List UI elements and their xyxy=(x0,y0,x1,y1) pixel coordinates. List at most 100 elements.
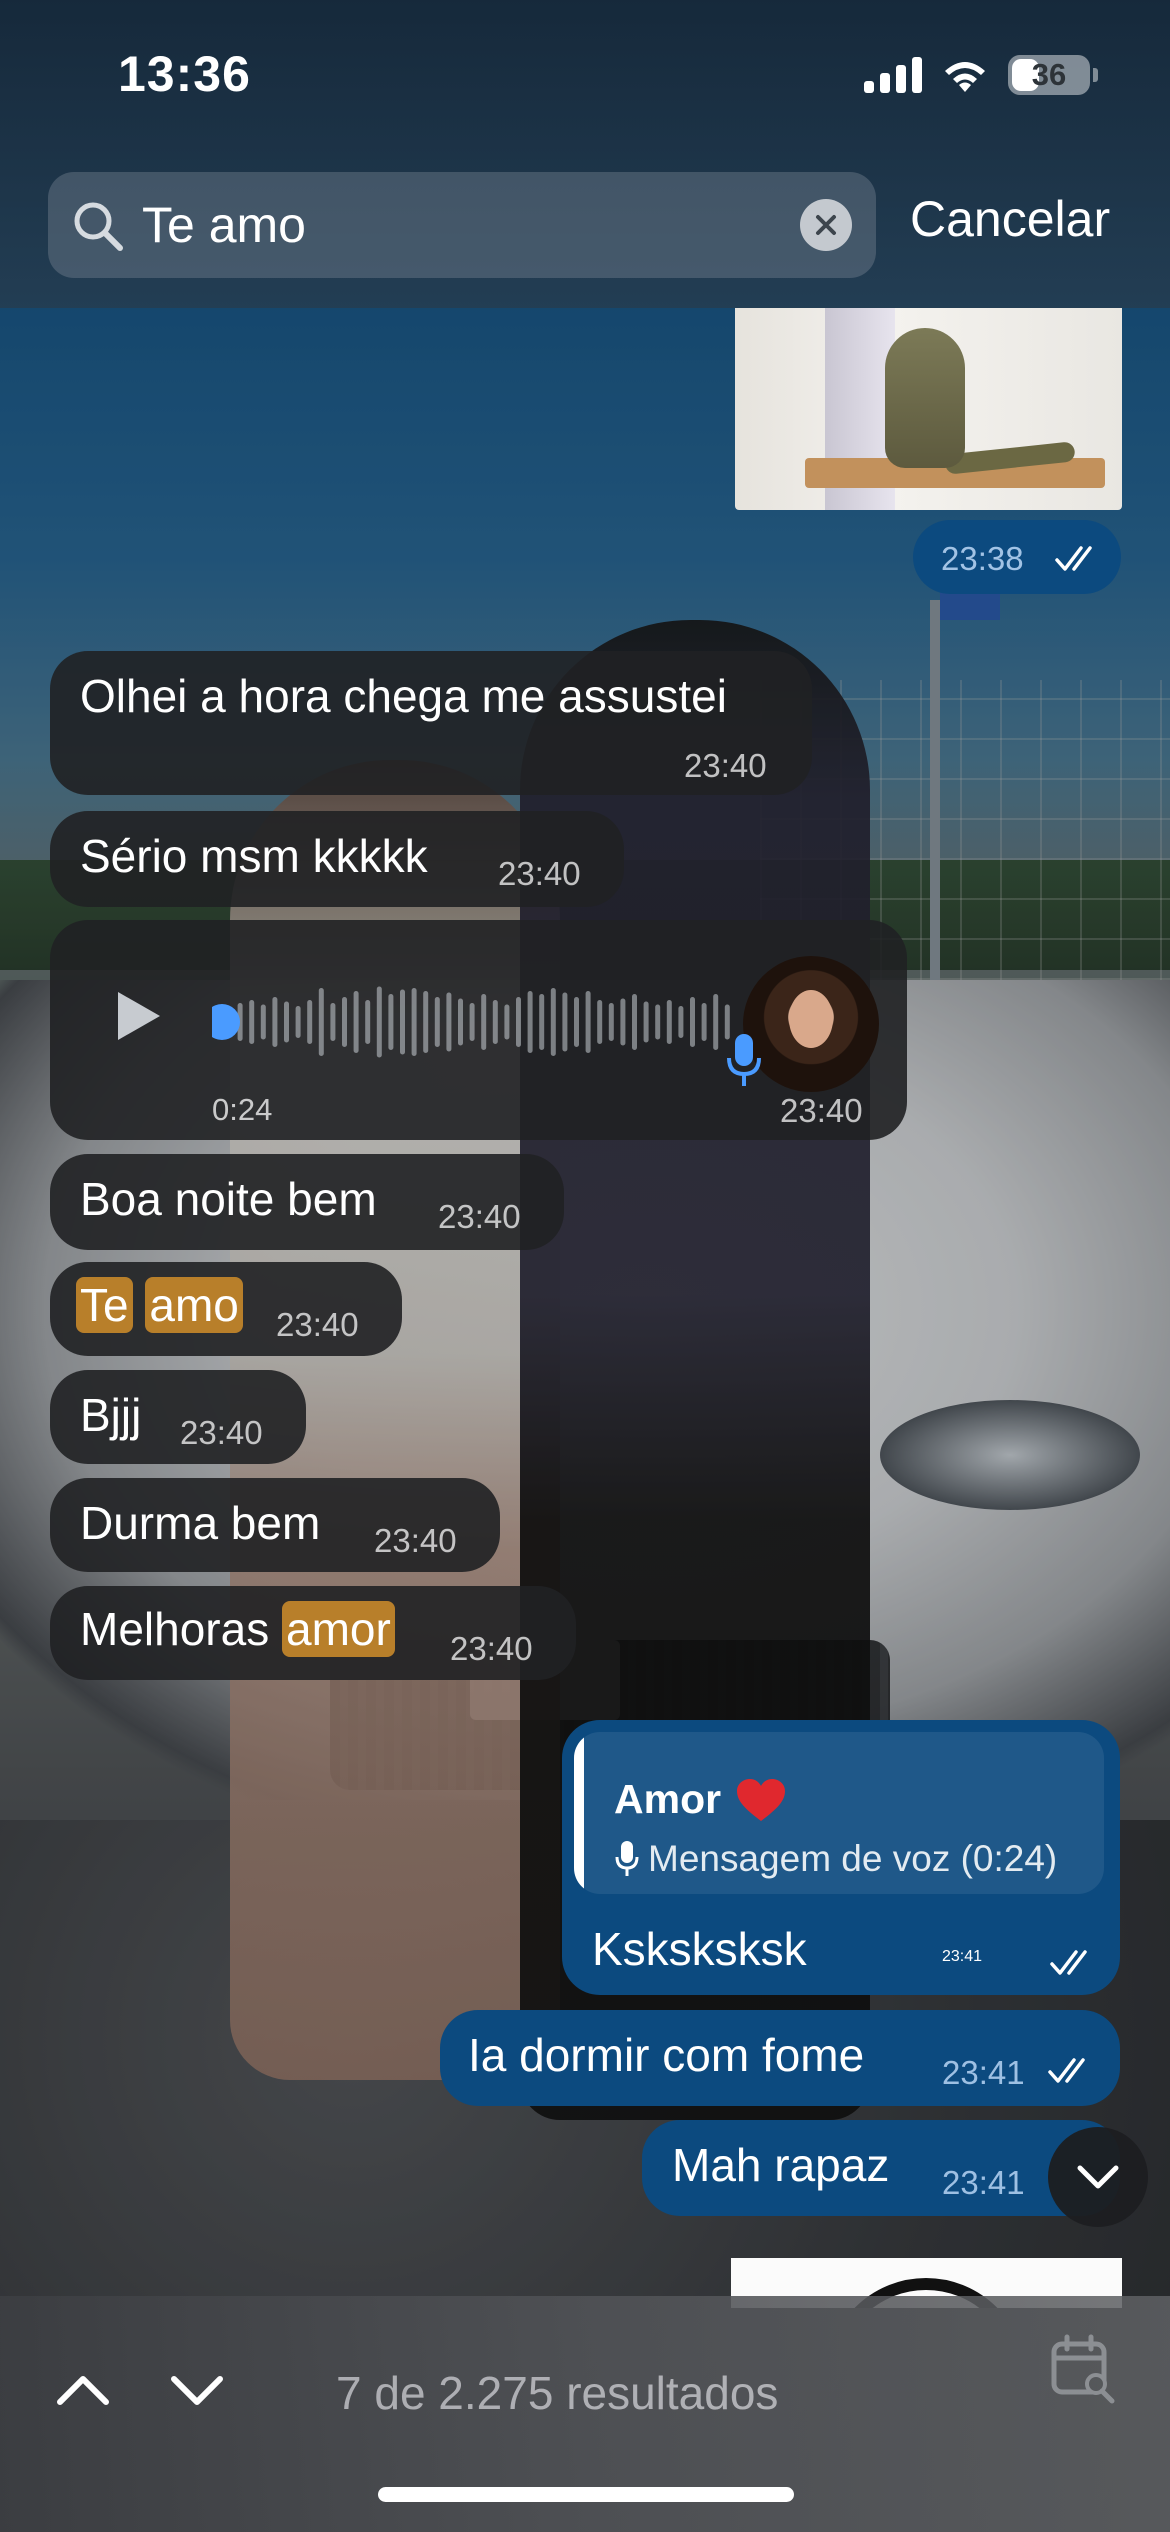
search-input[interactable] xyxy=(142,194,786,256)
waveform-bar xyxy=(423,991,429,1053)
message-bubble-incoming[interactable]: Olhei a hora chega me assustei 23:40 xyxy=(50,651,812,795)
waveform-bar xyxy=(713,994,719,1050)
microphone-icon xyxy=(615,1841,639,1876)
playback-scrubber[interactable] xyxy=(212,1004,240,1040)
waveform-bar xyxy=(249,1000,255,1044)
home-indicator[interactable] xyxy=(378,2487,794,2502)
wifi-icon xyxy=(945,62,985,92)
message-time: 23:40 xyxy=(374,1522,457,1559)
voice-waveform[interactable] xyxy=(212,982,742,1062)
waveform-bar xyxy=(574,997,579,1047)
waveform-bar xyxy=(620,998,626,1046)
photo-timestamp: 23:38 xyxy=(913,520,1121,594)
play-icon[interactable] xyxy=(118,992,160,1040)
waveform-bar xyxy=(701,1003,707,1041)
waveform-bar xyxy=(400,989,405,1055)
waveform-bar xyxy=(608,1003,614,1041)
waveform-bar xyxy=(632,994,637,1050)
message-time: 23:40 xyxy=(438,1198,521,1235)
chevron-down-icon[interactable] xyxy=(162,2354,232,2424)
search-highlight: amor xyxy=(281,1601,395,1657)
status-bar: 13:36 36 xyxy=(0,0,1170,160)
waveform-bar xyxy=(376,986,382,1058)
message-time: 23:41 xyxy=(942,2164,1025,2201)
sent-photo[interactable] xyxy=(735,308,1122,510)
message-text-plain: Melhoras xyxy=(80,1603,270,1655)
calendar-search-icon[interactable] xyxy=(1050,2334,1116,2404)
scroll-to-bottom-button[interactable] xyxy=(1048,2127,1148,2227)
message-bubble-incoming[interactable]: Te amo 23:40 xyxy=(50,1262,402,1356)
waveform-bar xyxy=(365,1000,371,1044)
message-bubble-incoming[interactable]: Bjjj 23:40 xyxy=(50,1370,306,1464)
waveform-bar xyxy=(504,1004,510,1040)
read-ticks-icon xyxy=(1048,2058,1085,2083)
waveform-bar xyxy=(342,997,347,1047)
waveform-bar xyxy=(434,997,440,1047)
quoted-message[interactable]: Amor Mensagem de voz (0:24) xyxy=(574,1732,1104,1894)
status-time: 13:36 xyxy=(118,46,251,102)
message-time: 23:41 xyxy=(942,1948,983,1965)
message-text: Durma bem xyxy=(80,1497,321,1549)
battery-level: 36 xyxy=(1031,57,1067,92)
message-bubble-outgoing[interactable]: Ia dormir com fome 23:41 xyxy=(440,2010,1120,2106)
message-text: Ia dormir com fome xyxy=(468,2029,865,2081)
microphone-icon xyxy=(727,1034,761,1086)
message-text: Ksksksksk xyxy=(592,1923,807,1975)
waveform-bar xyxy=(284,1001,289,1043)
message-bubble-outgoing-reply[interactable]: Amor Mensagem de voz (0:24) Ksksksksk 23… xyxy=(562,1720,1120,1995)
chevron-down-icon xyxy=(1077,2165,1119,2189)
chevron-up-icon[interactable] xyxy=(48,2354,118,2424)
waveform-bar xyxy=(678,1006,684,1038)
waveform-bar xyxy=(272,997,278,1047)
cancel-button[interactable]: Cancelar xyxy=(910,190,1110,248)
waveform-bar xyxy=(690,997,695,1047)
waveform-bar xyxy=(643,1001,649,1043)
status-icons: 36 xyxy=(864,55,1098,95)
quoted-sender-name: Amor xyxy=(614,1776,722,1822)
message-text: Bjjj xyxy=(80,1389,142,1441)
waveform-bar xyxy=(458,998,463,1046)
waveform-bar xyxy=(492,1000,498,1044)
waveform-bar xyxy=(539,994,545,1050)
read-ticks-icon xyxy=(1050,1950,1087,1975)
waveform-bar xyxy=(318,988,324,1056)
clear-icon[interactable] xyxy=(800,199,852,251)
message-text: Te amo xyxy=(76,1277,243,1333)
message-time: 23:40 xyxy=(684,747,767,784)
message-bubble-incoming[interactable]: Durma bem 23:40 xyxy=(50,1478,500,1572)
waveform-bar xyxy=(597,1000,603,1044)
battery-icon: 36 xyxy=(1008,55,1098,95)
waveform-bar xyxy=(655,1004,661,1040)
message-text: Boa noite bem xyxy=(80,1173,377,1225)
message-bubble-incoming[interactable]: Sério msm kkkkk 23:40 xyxy=(50,811,624,907)
waveform-bar xyxy=(295,1006,301,1038)
signal-icon xyxy=(864,57,922,93)
results-count: 7 de 2.275 resultados xyxy=(336,2367,779,2419)
message-time: 23:41 xyxy=(942,2054,1025,2091)
message-bubble-incoming[interactable]: Melhoras amor 23:40 xyxy=(50,1586,576,1680)
message-bubble-incoming[interactable]: Boa noite bem 23:40 xyxy=(50,1154,564,1250)
message-text: Melhoras amor xyxy=(80,1601,395,1657)
waveform-bar xyxy=(260,1004,266,1040)
message-text: Sério msm kkkkk xyxy=(80,830,428,882)
waveform-bar xyxy=(516,997,521,1047)
message-time: 23:38 xyxy=(941,540,1024,577)
message-time: 23:40 xyxy=(276,1306,359,1343)
search-bar[interactable] xyxy=(48,172,876,278)
message-time: 23:40 xyxy=(450,1630,533,1667)
search-highlight: amo xyxy=(145,1277,243,1333)
waveform-bar xyxy=(585,991,591,1053)
waveform-bar xyxy=(353,991,359,1053)
waveform-bar xyxy=(666,1000,672,1044)
search-icon xyxy=(74,202,123,251)
message-text: Olhei a hora chega me assustei xyxy=(80,670,727,722)
waveform-bar xyxy=(550,988,556,1056)
message-text: Mah rapaz xyxy=(672,2139,890,2191)
waveform-bar xyxy=(388,994,394,1050)
waveform-bar xyxy=(411,988,417,1056)
waveform-bar xyxy=(469,1003,475,1041)
voice-message-bubble[interactable]: 0:24 23:40 xyxy=(50,920,907,1140)
waveform-bar xyxy=(330,1003,336,1041)
read-ticks-icon xyxy=(1055,546,1092,571)
waveform-bar xyxy=(481,994,487,1050)
